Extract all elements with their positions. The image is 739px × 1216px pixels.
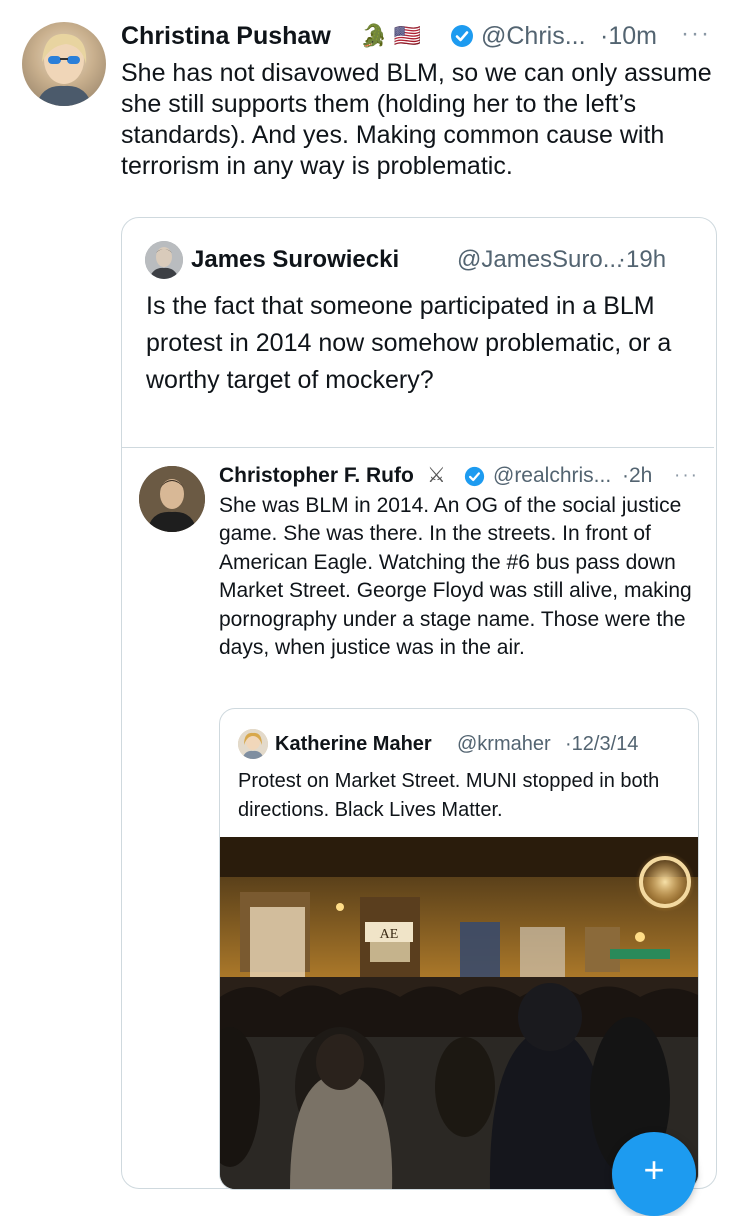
quote1-timestamp[interactable]: ·19h xyxy=(618,245,666,275)
protest-photo[interactable]: AE xyxy=(220,837,698,1189)
store-sign: AE xyxy=(380,927,399,942)
quote1-author-name[interactable]: James Surowiecki xyxy=(191,245,399,275)
main-tweet-text: She has not disavowed BLM, so we can onl… xyxy=(121,59,712,180)
katherine-avatar[interactable] xyxy=(238,729,268,759)
quote3-handle[interactable]: @krmaher xyxy=(457,730,551,758)
nested-quoted-tweet-card[interactable]: Katherine Maher @krmaher ·12/3/14 Protes… xyxy=(219,708,699,1190)
quote2-text: She was BLM in 2014. An OG of the social… xyxy=(219,494,692,660)
quote3-text: Protest on Market Street. MUNI stopped i… xyxy=(238,770,660,821)
main-timestamp[interactable]: ·10m xyxy=(600,20,657,52)
quote1-divider xyxy=(122,447,714,448)
rufo-avatar[interactable] xyxy=(139,466,205,532)
verified-badge-icon xyxy=(464,466,485,492)
main-author-name[interactable]: Christina Pushaw xyxy=(121,20,331,52)
more-icon[interactable]: ··· xyxy=(674,462,699,490)
quote1-text: Is the fact that someone participated in… xyxy=(146,292,672,394)
name-emojis: 🐊 🇺🇸 xyxy=(360,23,421,48)
compose-button[interactable]: + xyxy=(612,1132,696,1216)
quote3-timestamp[interactable]: ·12/3/14 xyxy=(565,730,638,758)
quote2-name-emoji: ⚔ xyxy=(427,464,446,487)
more-icon[interactable]: ··· xyxy=(681,18,711,50)
quote2-author-name[interactable]: Christopher F. Rufo xyxy=(219,462,414,490)
quote1-handle[interactable]: @JamesSuro... xyxy=(457,245,623,275)
quote2-timestamp[interactable]: ·2h xyxy=(622,462,652,490)
james-avatar[interactable] xyxy=(145,241,183,279)
main-handle[interactable]: @Chris... xyxy=(481,20,586,52)
compose-plus-icon: + xyxy=(643,1149,665,1190)
quote3-author-name[interactable]: Katherine Maher xyxy=(275,730,432,758)
christina-avatar[interactable] xyxy=(22,22,106,106)
verified-badge-icon xyxy=(450,24,474,53)
quote2-handle[interactable]: @realchris... xyxy=(493,462,611,490)
